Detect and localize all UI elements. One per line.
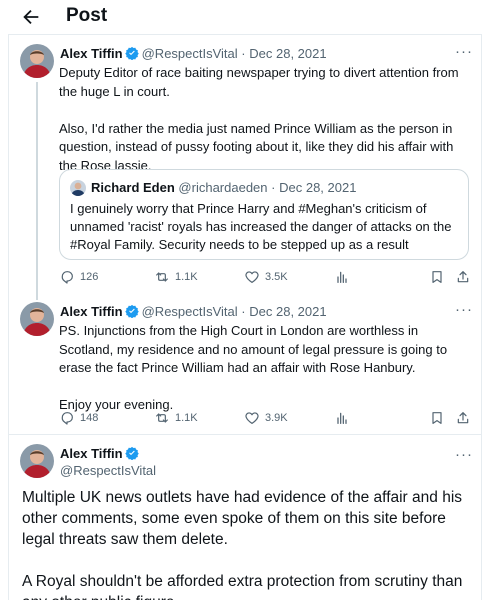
page-title: Post [66, 5, 108, 26]
like-count: 3.9K [265, 412, 288, 424]
views-icon [337, 271, 347, 283]
display-name[interactable]: Alex Tiffin [60, 446, 123, 461]
more-icon[interactable]: ··· [455, 44, 473, 59]
tweet-text: Deputy Editor of race baiting newspaper … [59, 65, 459, 173]
reply-count: 148 [80, 412, 99, 424]
repost-button[interactable]: 1.1K [154, 409, 198, 427]
page-header: Post [0, 0, 487, 34]
reply-button[interactable]: 148 [59, 409, 98, 427]
share-button[interactable] [455, 268, 471, 286]
user-handle[interactable]: @RespectIsVital [142, 304, 238, 319]
back-arrow-icon[interactable] [20, 6, 42, 28]
display-name[interactable]: Alex Tiffin [60, 304, 123, 319]
share-icon [457, 271, 469, 283]
quote-user-handle: @richardaeden [178, 180, 268, 195]
like-icon [245, 412, 259, 424]
repost-icon [156, 272, 168, 282]
user-handle[interactable]: @RespectIsVital [142, 46, 238, 61]
quoted-tweet[interactable]: Richard Eden @richardaeden · Dec 28, 202… [59, 169, 469, 260]
quote-post-date: Dec 28, 2021 [279, 180, 357, 195]
thread-connector-line [36, 82, 38, 300]
like-icon [245, 271, 259, 283]
reply-button[interactable]: 126 [59, 268, 98, 286]
verified-badge-icon [124, 446, 139, 460]
action-bar: 148 1.1K 3.9K [59, 409, 471, 427]
post-date[interactable]: Dec 28, 2021 [249, 46, 326, 61]
avatar[interactable] [20, 44, 54, 78]
views-button[interactable] [334, 409, 350, 427]
tweet-header: Alex Tiffin @RespectIsVital · Dec 28, 202… [60, 46, 327, 62]
more-icon[interactable]: ··· [455, 302, 473, 317]
tweet-text: PS. Injunctions from the High Court in L… [59, 323, 448, 412]
verified-badge-icon [124, 46, 139, 60]
display-name[interactable]: Alex Tiffin [60, 46, 123, 61]
bookmark-button[interactable] [429, 268, 445, 286]
separator-dot: · [241, 46, 246, 61]
repost-count: 1.1K [175, 412, 198, 424]
repost-count: 1.1K [175, 271, 198, 283]
views-icon [337, 412, 347, 424]
repost-button[interactable]: 1.1K [154, 268, 198, 286]
reply-count: 126 [80, 271, 99, 283]
quote-header: Richard Eden @richardaeden · Dec 28, 202… [91, 180, 356, 196]
reply-icon [61, 271, 73, 284]
timeline-border-right [481, 34, 482, 600]
bookmark-button[interactable] [429, 409, 445, 427]
avatar[interactable] [20, 444, 54, 478]
repost-icon [156, 413, 168, 423]
tweet-header: Alex Tiffin [60, 446, 142, 462]
bookmark-icon [432, 271, 442, 283]
share-button[interactable] [455, 409, 471, 427]
reply-icon [61, 412, 73, 425]
tweet-header: Alex Tiffin @RespectIsVital · Dec 28, 202… [60, 304, 327, 320]
like-count: 3.5K [265, 271, 288, 283]
quote-separator-dot: · [271, 180, 276, 195]
divider [9, 34, 481, 35]
verified-badge-icon [124, 304, 139, 318]
bookmark-icon [432, 412, 442, 424]
tweet-handle-row: @RespectIsVital [60, 463, 156, 479]
timeline-border-left [8, 34, 9, 600]
like-button[interactable]: 3.5K [244, 268, 288, 286]
avatar[interactable] [20, 302, 54, 336]
quote-avatar [70, 180, 86, 196]
divider [9, 434, 481, 435]
quote-text: I genuinely worry that Prince Harry and … [70, 201, 452, 252]
views-button[interactable] [334, 268, 350, 286]
more-icon[interactable]: ··· [455, 447, 473, 462]
share-icon [457, 412, 469, 424]
main-tweet-text: Multiple UK news outlets have had eviden… [22, 489, 463, 600]
user-handle[interactable]: @RespectIsVital [60, 463, 156, 478]
quote-display-name: Richard Eden [91, 180, 175, 195]
like-button[interactable]: 3.9K [244, 409, 288, 427]
action-bar: 126 1.1K 3.5K [59, 268, 471, 286]
separator-dot: · [241, 304, 246, 319]
post-date[interactable]: Dec 28, 2021 [249, 304, 326, 319]
